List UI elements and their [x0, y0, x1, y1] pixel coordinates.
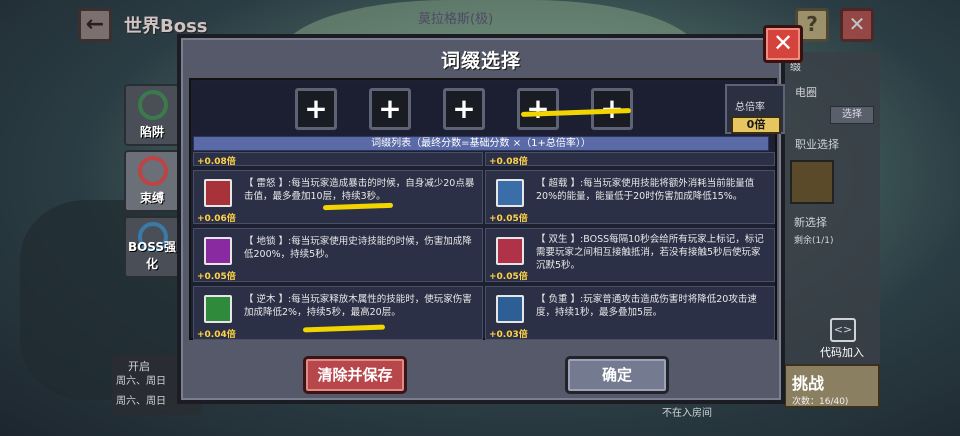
affix-description: 【 双生 】:BOSS每隔10秒会给所有玩家上标记，标记需要玩家之间相互接触抵消… [536, 234, 764, 271]
total-multiplier-value: 0倍 [731, 116, 781, 134]
code-join-label: 代码加入 [820, 346, 864, 359]
boss-name: 莫拉格斯(极) [418, 12, 494, 27]
affix-item[interactable]: +0.08倍 [193, 152, 483, 167]
affix-item[interactable]: 【 地锁 】:每当玩家使用史诗技能的时候，伤害加成降低200%，持续5秒。 +0… [193, 228, 483, 282]
overload-icon [496, 179, 524, 207]
affix-item[interactable]: 【 雷怒 】:每当玩家造成暴击的时候，自身减少20点暴击值，最多叠加10层，持续… [193, 170, 483, 224]
affix-description: 【 超载 】:每当玩家使用技能将额外消耗当前能量值20%的能量，能量低于20时伤… [536, 178, 755, 202]
schedule-line: 周六、周日 [116, 396, 166, 407]
affix-description: 【 雷怒 】:每当玩家造成暴击的时候，自身减少20点暴击值，最多叠加10层，持续… [244, 178, 475, 202]
burden-icon [496, 295, 524, 323]
earth-lock-icon [204, 237, 232, 265]
affix-multiplier: +0.04倍 [197, 330, 236, 340]
affix-list-header: 词缀列表（最终分数=基础分数 ×（1+总倍率）） [193, 136, 769, 151]
challenge-label: 挑战 [792, 374, 825, 393]
affix-multiplier: +0.05倍 [197, 272, 236, 282]
tab-boss-boost[interactable]: BOSS强化 [124, 216, 180, 278]
affix-item[interactable]: 【 逆木 】:每当玩家释放木属性的技能时，使玩家伤害加成降低2%，持续5秒，最高… [193, 286, 483, 340]
affix-slot[interactable]: + [443, 88, 485, 130]
affix-slot[interactable]: + [517, 88, 559, 130]
affix-description: 【 负重 】:玩家普通攻击造成伤害时将降低20攻击速度，持续1秒，最多叠加5层。 [536, 294, 757, 318]
affix-description: 【 地锁 】:每当玩家使用史诗技能的时候，伤害加成降低200%，持续5秒。 [244, 236, 472, 260]
right-panel-text: 职业选择 [795, 138, 839, 151]
affix-multiplier: +0.03倍 [489, 330, 528, 340]
total-multiplier-box: 总倍率 0倍 [725, 84, 785, 134]
affix-item[interactable]: +0.08倍 [485, 152, 775, 167]
affix-multiplier: +0.05倍 [489, 214, 528, 224]
bind-icon [138, 156, 168, 186]
tab-bind[interactable]: 束缚 [124, 150, 180, 212]
affix-select-dialog: 词缀选择 ✕ + + + + + 总倍率 0倍 词缀列表（最终分数=基础分数 ×… [177, 25, 803, 404]
affix-multiplier: +0.06倍 [197, 214, 236, 224]
thunder-rage-icon [204, 179, 232, 207]
affix-slot[interactable]: + [369, 88, 411, 130]
right-panel-text: 电圈 [795, 86, 817, 99]
code-join-icon[interactable]: <> [830, 318, 856, 342]
tab-label: BOSS强化 [127, 240, 177, 271]
tab-label: 束缚 [139, 191, 164, 205]
close-button[interactable]: ✕ [763, 25, 803, 63]
affix-description: 【 逆木 】:每当玩家释放木属性的技能时，使玩家伤害加成降低2%，持续5秒，最高… [244, 294, 472, 318]
reselect-label[interactable]: 新选择 [794, 214, 827, 230]
total-multiplier-label: 总倍率 [735, 102, 765, 113]
challenge-count: 次数：16/40) [792, 397, 849, 407]
affix-item[interactable]: 【 超载 】:每当玩家使用技能将额外消耗当前能量值20%的能量，能量低于20时伤… [485, 170, 775, 224]
reverse-wood-icon [204, 295, 232, 323]
dialog-body: + + + + + 总倍率 0倍 词缀列表（最终分数=基础分数 ×（1+总倍率）… [189, 78, 785, 340]
affix-item[interactable]: 【 双生 】:BOSS每隔10秒会给所有玩家上标记，标记需要玩家之间相互接触抵消… [485, 228, 775, 282]
background-close-button[interactable]: ✕ [840, 8, 874, 42]
schedule-line: 周六、周日 [116, 376, 166, 387]
side-tabs: 陷阱 束缚 BOSS强化 [124, 84, 182, 282]
dialog-title: 词缀选择 [440, 50, 521, 72]
affix-slot-bar: + + + + + 总倍率 0倍 [193, 82, 785, 134]
remaining-count: 剩余(1/1) [794, 236, 834, 246]
confirm-button[interactable]: 确定 [565, 356, 669, 394]
affix-item[interactable]: 【 负重 】:玩家普通攻击造成伤害时将降低20攻击速度，持续1秒，最多叠加5层。… [485, 286, 775, 340]
twin-icon [496, 237, 524, 265]
back-button[interactable]: ← [78, 8, 112, 42]
clear-and-save-button[interactable]: 清除并保存 [303, 356, 407, 394]
affix-slot[interactable]: + [295, 88, 337, 130]
affix-multiplier: +0.08倍 [197, 157, 236, 167]
trap-icon [138, 90, 168, 120]
not-in-room-text: 不在入房间 [662, 408, 712, 419]
affix-multiplier: +0.08倍 [489, 157, 528, 167]
select-button[interactable]: 选择 [830, 106, 874, 124]
tab-trap[interactable]: 陷阱 [124, 84, 180, 146]
affix-multiplier: +0.05倍 [489, 272, 528, 282]
avatar[interactable] [790, 160, 834, 204]
tab-label: 陷阱 [139, 125, 164, 139]
